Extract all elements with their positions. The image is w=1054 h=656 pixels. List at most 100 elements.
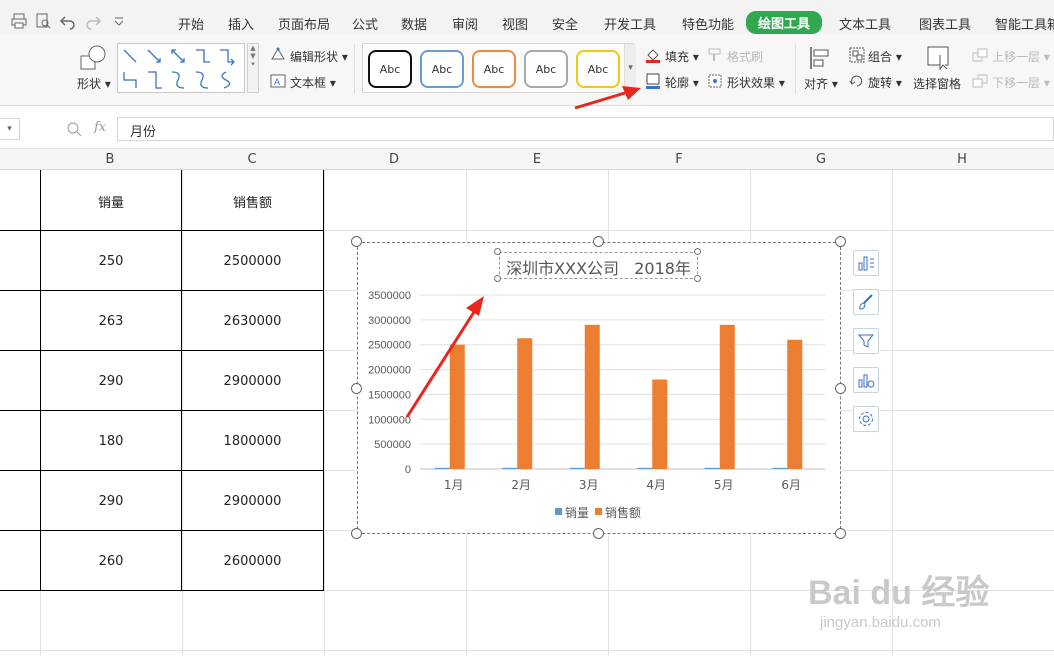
print-icon[interactable] <box>10 12 28 30</box>
shape-effects-button[interactable]: 形状效果 ▾ <box>727 74 785 91</box>
table-cell[interactable]: 290 <box>41 374 181 389</box>
y-tick-label: 1500000 <box>368 389 411 401</box>
tab-view[interactable]: 视图 <box>502 14 528 33</box>
align-button[interactable]: 对齐 ▾ <box>804 75 838 92</box>
title-handle[interactable] <box>494 275 501 282</box>
redo-icon[interactable] <box>84 12 102 30</box>
outline-icon <box>645 73 661 89</box>
column-header-c[interactable]: C <box>242 152 262 167</box>
shape-style-gray[interactable]: Abc <box>524 50 568 88</box>
bar-sales-volume <box>502 467 518 469</box>
shape-style-yellow[interactable]: Abc <box>576 50 620 88</box>
svg-text:A: A <box>274 77 280 87</box>
table-cell[interactable]: 2630000 <box>182 314 323 329</box>
column-header-d[interactable]: D <box>384 152 404 167</box>
column-header-g[interactable]: G <box>811 152 831 167</box>
resize-handle[interactable] <box>835 528 846 539</box>
chart-settings-icon[interactable] <box>853 406 879 432</box>
resize-handle[interactable] <box>835 383 846 394</box>
column-header-h[interactable]: H <box>952 152 972 167</box>
table-cell[interactable]: 1800000 <box>182 434 323 449</box>
bar-sales-volume <box>704 467 720 469</box>
resize-handle[interactable] <box>351 528 362 539</box>
text-box-button[interactable]: 文本框 ▾ <box>290 74 336 91</box>
resize-handle[interactable] <box>351 383 362 394</box>
shape-button[interactable]: 形状 ▾ <box>77 75 111 92</box>
tab-review[interactable]: 审阅 <box>452 14 478 33</box>
fx-icon[interactable]: fx <box>94 120 106 135</box>
grid-line <box>0 650 1054 651</box>
tab-special-features[interactable]: 特色功能 <box>682 14 734 33</box>
formula-input[interactable] <box>117 117 1054 141</box>
legend-swatch <box>555 508 562 515</box>
tab-page-layout[interactable]: 页面布局 <box>278 14 330 33</box>
header-cell-sales-volume[interactable]: 销量 <box>41 192 181 211</box>
selection-pane-button[interactable]: 选择窗格 <box>913 75 961 92</box>
customize-icon[interactable] <box>110 12 128 30</box>
print-preview-icon[interactable] <box>34 12 52 30</box>
table-cell[interactable]: 2600000 <box>182 554 323 569</box>
title-handle[interactable] <box>694 275 701 282</box>
tab-data[interactable]: 数据 <box>401 14 427 33</box>
resize-handle[interactable] <box>835 236 846 247</box>
group-button[interactable]: 组合 ▾ <box>868 48 902 65</box>
table-cell[interactable]: 180 <box>41 434 181 449</box>
shape-gallery[interactable] <box>117 43 245 93</box>
title-handle[interactable] <box>694 248 701 255</box>
chart-type-icon[interactable] <box>853 367 879 393</box>
tab-home[interactable]: 开始 <box>178 14 204 33</box>
send-backward-button[interactable]: 下移一层 ▾ <box>992 74 1050 91</box>
chart-elements-icon[interactable] <box>853 250 879 276</box>
table-cell[interactable]: 2900000 <box>182 494 323 509</box>
undo-icon[interactable] <box>59 12 77 30</box>
tab-chart-tools[interactable]: 图表工具 <box>919 14 971 33</box>
zoom-formula-icon[interactable] <box>66 121 82 137</box>
tab-formulas[interactable]: 公式 <box>352 14 378 33</box>
table-cell[interactable]: 263 <box>41 314 181 329</box>
table-cell[interactable]: 2900000 <box>182 374 323 389</box>
resize-handle[interactable] <box>593 236 604 247</box>
chart-style-icon[interactable] <box>853 289 879 315</box>
shape-style-black[interactable]: Abc <box>368 50 412 88</box>
header-cell-sales-amount[interactable]: 销售额 <box>182 192 323 211</box>
resize-handle[interactable] <box>593 528 604 539</box>
shape-insert-icon[interactable] <box>78 44 108 72</box>
tab-drawing-tools[interactable]: 绘图工具 <box>746 11 823 34</box>
tab-insert[interactable]: 插入 <box>228 14 254 33</box>
shape-style-orange[interactable]: Abc <box>472 50 516 88</box>
style-gallery-more[interactable]: ▾ <box>624 44 636 92</box>
bring-forward-button[interactable]: 上移一层 ▾ <box>992 48 1050 65</box>
edit-shape-button[interactable]: 编辑形状 ▾ <box>290 48 348 65</box>
title-handle[interactable] <box>494 248 501 255</box>
table-cell[interactable]: 250 <box>41 254 181 269</box>
align-icon <box>808 45 832 71</box>
tab-security[interactable]: 安全 <box>552 14 578 33</box>
tab-developer[interactable]: 开发工具 <box>604 14 656 33</box>
column-header-b[interactable]: B <box>100 152 120 167</box>
ribbon-divider <box>795 44 796 94</box>
shape-gallery-scroll[interactable]: ▲ ▼ ▾ <box>247 43 259 93</box>
edit-shape-icon <box>270 47 286 63</box>
chart-filter-icon[interactable] <box>853 328 879 354</box>
fill-button[interactable]: 填充 ▾ <box>665 48 699 65</box>
table-border <box>0 530 324 531</box>
shape-style-blue[interactable]: Abc <box>420 50 464 88</box>
column-header-f[interactable]: F <box>669 152 689 167</box>
resize-handle[interactable] <box>351 236 362 247</box>
table-cell[interactable]: 2500000 <box>182 254 323 269</box>
tab-text-tools[interactable]: 文本工具 <box>839 14 891 33</box>
text-box-icon: A <box>270 73 286 89</box>
format-painter-button[interactable]: 格式刷 <box>727 48 763 65</box>
outline-button[interactable]: 轮廓 ▾ <box>665 74 699 91</box>
name-box-dropdown[interactable]: ▾ <box>0 118 20 140</box>
tab-smart-toolbox[interactable]: 智能工具箱 <box>995 14 1054 33</box>
table-cell[interactable]: 290 <box>41 494 181 509</box>
rotate-button[interactable]: 旋转 ▾ <box>868 74 902 91</box>
column-header-e[interactable]: E <box>527 152 547 167</box>
legend-label: 销量 <box>565 506 589 520</box>
watermark-url: jingyan.baidu.com <box>820 614 941 631</box>
fill-icon <box>645 47 661 63</box>
table-cell[interactable]: 260 <box>41 554 181 569</box>
table-border <box>0 290 324 291</box>
shape-effects-icon <box>707 73 723 89</box>
